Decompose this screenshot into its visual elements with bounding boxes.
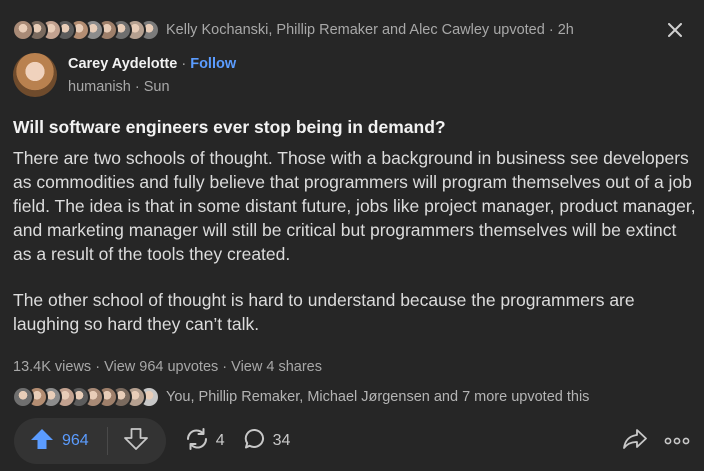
upvoted-time: 2h [557,22,574,38]
upvote-button[interactable]: 964 [30,428,89,455]
follow-button[interactable]: Follow [190,56,236,72]
stats-separator: · [218,359,232,375]
view-upvotes-link[interactable]: View 964 upvotes [104,359,218,375]
upvoter-avatars[interactable] [12,19,160,41]
close-icon[interactable] [666,21,684,39]
author-profile[interactable]: humanish [68,79,131,95]
summary-separator: · [544,22,558,38]
upvoters-bar: You, Phillip Remaker, Michael Jørgensen … [12,385,694,409]
answer-body: There are two schools of thought. Those … [13,146,697,358]
upvoted-summary-text: Kelly Kochanski, Phillip Remaker and Ale… [166,22,545,38]
post-date[interactable]: Sun [144,79,170,95]
reshare-button[interactable]: 4 [184,427,225,456]
comment-button[interactable]: 34 [243,427,291,456]
question-title[interactable]: Will software engineers ever stop being … [13,115,693,139]
vote-pill: 964 [14,418,166,464]
answer-paragraph: There are two schools of thought. Those … [13,148,696,264]
downvote-arrow-icon [123,427,148,455]
upvoter-avatars[interactable] [12,386,160,408]
author-name[interactable]: Carey Aydelotte [68,56,177,72]
answer-paragraph: The other school of thought is hard to u… [13,290,635,334]
view-count: 13.4K views [13,359,92,375]
date-separator: · [130,78,144,95]
stats-separator: · [91,359,105,375]
upvoters-summary[interactable]: You, Phillip Remaker, Michael Jørgensen … [166,389,589,405]
reshare-count: 4 [215,432,225,449]
vote-divider [106,427,108,455]
downvote-button[interactable] [123,427,148,455]
comment-icon [243,427,267,456]
share-icon [622,428,648,455]
comment-count: 34 [272,432,291,449]
upvoter-avatar [12,19,34,41]
top-upvoters-bar: Kelly Kochanski, Phillip Remaker and Ale… [12,17,690,43]
action-bar: 964 4 34 [14,418,690,464]
upvoted-summary[interactable]: Kelly Kochanski, Phillip Remaker and Ale… [166,22,574,38]
answer-stats: 13.4K views · View 964 upvotes · View 4 … [13,357,322,377]
author-separator: · [177,55,191,72]
view-shares-link[interactable]: View 4 shares [231,359,322,375]
avatar[interactable] [13,53,57,97]
more-options-icon[interactable] [664,437,690,445]
upvoter-avatar [12,386,34,408]
share-button[interactable] [622,428,648,455]
upvote-arrow-icon [30,428,54,455]
reshare-icon [184,427,210,456]
upvote-count: 964 [62,432,89,449]
author-header: Carey Aydelotte · Follow humanish · Sun [13,52,236,98]
